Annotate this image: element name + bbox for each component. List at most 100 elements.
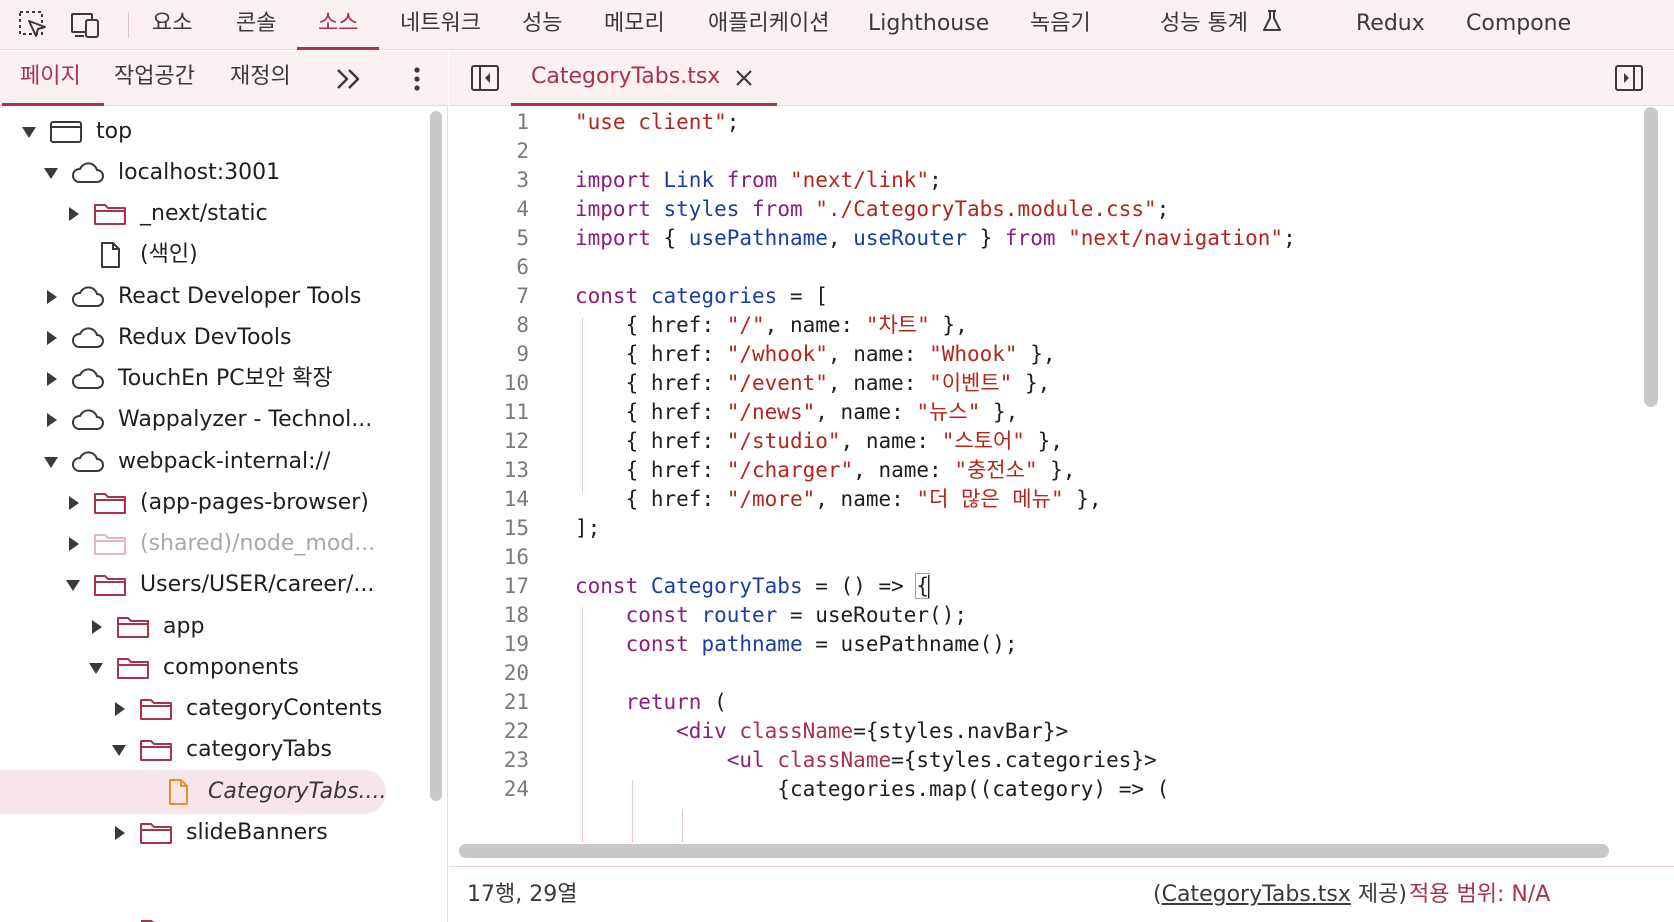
navigator-tab-workspace[interactable]: 작업공간 xyxy=(114,51,195,106)
source-map-link[interactable]: CategoryTabs.tsx xyxy=(1162,882,1351,907)
expanded-arrow-icon[interactable] xyxy=(64,576,82,594)
editor-horizontal-scrollbar-thumb[interactable] xyxy=(459,844,1609,858)
collapsed-arrow-icon[interactable] xyxy=(87,618,105,636)
editor-horizontal-scrollbar[interactable] xyxy=(459,844,1609,858)
code-line[interactable]: 14 { href: "/more", name: "더 많은 메뉴" }, xyxy=(449,484,1659,515)
tree-item-webpack-internal[interactable]: webpack-internal:// xyxy=(0,440,412,484)
code-line[interactable]: 7 const categories = [ xyxy=(449,281,1659,312)
tab-application[interactable]: 애플리케이션 xyxy=(708,0,829,50)
navigator-tab-overrides[interactable]: 재정의 xyxy=(230,51,291,106)
tree-item-react-devtools[interactable]: React Developer Tools xyxy=(0,275,412,319)
line-number[interactable]: 5 xyxy=(449,223,529,254)
collapsed-arrow-icon[interactable] xyxy=(42,288,60,306)
code-line[interactable]: 17 const CategoryTabs = () => { xyxy=(449,571,1659,602)
code-line[interactable]: 6 xyxy=(449,252,1659,283)
tab-redux[interactable]: Redux xyxy=(1356,0,1425,50)
code-line[interactable]: 15]; xyxy=(449,513,1659,544)
code-line[interactable]: 3 import Link from "next/link"; xyxy=(449,165,1659,196)
expanded-arrow-icon[interactable] xyxy=(20,123,38,141)
line-number[interactable]: 8 xyxy=(449,310,529,341)
code-line[interactable]: 19 const pathname = usePathname(); xyxy=(449,629,1659,660)
expanded-arrow-icon[interactable] xyxy=(42,453,60,471)
line-number[interactable]: 16 xyxy=(449,542,529,573)
editor-vertical-scrollbar-thumb[interactable] xyxy=(1644,107,1658,407)
line-number[interactable]: 17 xyxy=(449,571,529,602)
line-number[interactable]: 21 xyxy=(449,687,529,718)
line-number[interactable]: 6 xyxy=(449,252,529,283)
editor-vertical-scrollbar[interactable] xyxy=(1644,107,1658,407)
tab-lighthouse[interactable]: Lighthouse xyxy=(868,0,989,50)
line-number[interactable]: 22 xyxy=(449,716,529,747)
line-number[interactable]: 10 xyxy=(449,368,529,399)
line-number[interactable]: 4 xyxy=(449,194,529,225)
collapsed-arrow-icon[interactable] xyxy=(64,205,82,223)
line-number[interactable]: 24 xyxy=(449,774,529,805)
code-line[interactable]: 1 "use client"; xyxy=(449,107,1659,138)
tab-sources[interactable]: 소스 xyxy=(318,0,358,50)
code-line[interactable]: 22 <div className={styles.navBar}> xyxy=(449,716,1659,747)
code-line[interactable]: 23 <ul className={styles.categories}> xyxy=(449,745,1659,776)
more-tabs-chevron-icon[interactable] xyxy=(334,65,364,93)
line-number[interactable]: 2 xyxy=(449,136,529,167)
tree-item-slide-banners[interactable]: slideBanners xyxy=(0,811,412,855)
collapsed-arrow-icon[interactable] xyxy=(42,370,60,388)
toggle-debugger-icon[interactable] xyxy=(1613,63,1645,93)
more-options-icon[interactable] xyxy=(406,63,428,95)
tree-item-index[interactable]: (색인) xyxy=(0,233,412,277)
line-number[interactable]: 7 xyxy=(449,281,529,312)
coverage-info[interactable]: 적용 범위: N/A xyxy=(1409,867,1550,922)
tab-console[interactable]: 콘솔 xyxy=(236,0,276,50)
code-line[interactable]: 18 const router = useRouter(); xyxy=(449,600,1659,631)
code-line[interactable]: 20 xyxy=(449,658,1659,689)
line-number[interactable]: 3 xyxy=(449,165,529,196)
code-line[interactable]: 10 { href: "/event", name: "이벤트" }, xyxy=(449,368,1659,399)
line-number[interactable]: 12 xyxy=(449,426,529,457)
line-number[interactable]: 1 xyxy=(449,107,529,138)
tab-recorder[interactable]: 녹음기 xyxy=(1030,0,1091,50)
line-number[interactable]: 20 xyxy=(449,658,529,689)
tree-item-next-static[interactable]: _next/static xyxy=(0,192,412,236)
toggle-navigator-icon[interactable] xyxy=(469,63,501,93)
line-number[interactable]: 13 xyxy=(449,455,529,486)
collapsed-arrow-icon[interactable] xyxy=(42,329,60,347)
code-line[interactable]: 5 import { usePathname, useRouter } from … xyxy=(449,223,1659,254)
tree-item-touchen[interactable]: TouchEn PC보안 확장 xyxy=(0,357,412,401)
navigator-scrollbar-thumb[interactable] xyxy=(430,111,442,801)
tree-item-wappalyzer[interactable]: Wappalyzer - Technol... xyxy=(0,398,412,442)
collapsed-arrow-icon[interactable] xyxy=(42,411,60,429)
code-line[interactable]: 13 { href: "/charger", name: "충전소" }, xyxy=(449,455,1659,486)
line-number[interactable]: 23 xyxy=(449,745,529,776)
close-icon[interactable] xyxy=(733,67,755,89)
tree-item-app-pages-browser[interactable]: (app-pages-browser) xyxy=(0,481,412,525)
line-number[interactable]: 14 xyxy=(449,484,529,515)
tree-item-users-career[interactable]: Users/USER/career/... xyxy=(0,563,412,607)
tree-item-localhost[interactable]: localhost:3001 xyxy=(0,151,412,195)
expanded-arrow-icon[interactable] xyxy=(87,659,105,677)
expanded-arrow-icon[interactable] xyxy=(110,741,128,759)
tree-item-category-contents[interactable]: categoryContents xyxy=(0,687,412,731)
line-number[interactable]: 15 xyxy=(449,513,529,544)
tab-performance[interactable]: 성능 xyxy=(522,0,562,50)
collapsed-arrow-icon[interactable] xyxy=(110,700,128,718)
tree-item-redux-devtools[interactable]: Redux DevTools xyxy=(0,316,412,360)
line-number[interactable]: 18 xyxy=(449,600,529,631)
line-number[interactable]: 9 xyxy=(449,339,529,370)
line-number[interactable]: 19 xyxy=(449,629,529,660)
navigator-tab-page[interactable]: 페이지 xyxy=(20,51,81,106)
collapsed-arrow-icon[interactable] xyxy=(64,494,82,512)
code-line[interactable]: 9 { href: "/whook", name: "Whook" }, xyxy=(449,339,1659,370)
code-line[interactable]: 8 { href: "/", name: "차트" }, xyxy=(449,310,1659,341)
code-line[interactable]: 11 { href: "/news", name: "뉴스" }, xyxy=(449,397,1659,428)
code-line[interactable]: 16 xyxy=(449,542,1659,573)
element-picker-icon[interactable] xyxy=(17,10,49,40)
tree-item-category-tabs-file[interactable]: CategoryTabs.... xyxy=(0,770,387,814)
tree-item-top[interactable]: top xyxy=(0,110,412,154)
tree-item-shared-node-modules[interactable]: (shared)/node_mod... xyxy=(0,522,412,566)
code-line[interactable]: 4 import styles from "./CategoryTabs.modu… xyxy=(449,194,1659,225)
code-line[interactable]: 24 {categories.map((category) => ( xyxy=(449,774,1659,805)
code-line[interactable]: 2 xyxy=(449,136,1659,167)
collapsed-arrow-icon[interactable] xyxy=(110,824,128,842)
line-number[interactable]: 11 xyxy=(449,397,529,428)
tab-components[interactable]: Compone xyxy=(1466,0,1571,50)
tab-memory[interactable]: 메모리 xyxy=(604,0,665,50)
